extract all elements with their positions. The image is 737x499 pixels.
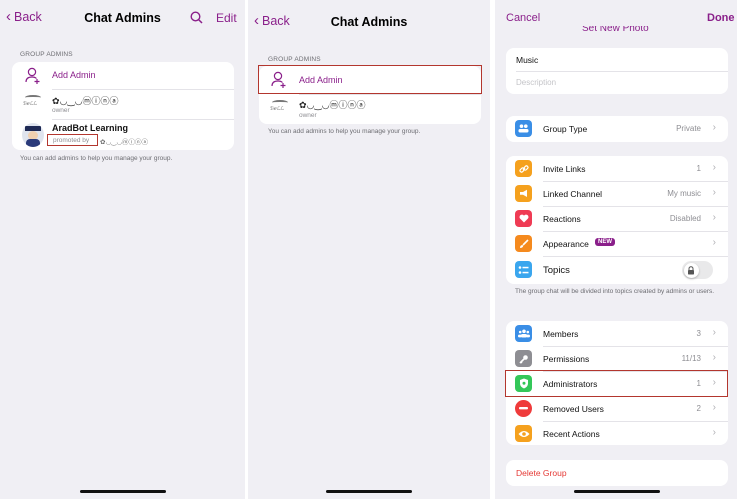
reactions-row[interactable]: Reactions Disabled ›: [506, 206, 728, 231]
nav-bar: ‹ Back Chat Admins Edit: [0, 0, 245, 36]
appearance-row[interactable]: Appearance NEW ›: [506, 231, 728, 256]
members-value: 3: [696, 329, 701, 338]
permissions-row[interactable]: Permissions 11/13 ›: [506, 346, 728, 371]
name-card: Music Description: [506, 48, 728, 94]
home-indicator: [326, 490, 412, 493]
page-title: Chat Admins: [330, 15, 408, 29]
members-row[interactable]: Members 3 ›: [506, 321, 728, 346]
eye-icon: [515, 425, 532, 442]
topics-toggle[interactable]: [682, 261, 713, 279]
done-button[interactable]: Done: [707, 12, 735, 24]
link-icon: [515, 160, 532, 177]
removed-users-value: 2: [696, 404, 701, 413]
reactions-value: Disabled: [669, 214, 701, 223]
admin-row-bot[interactable]: AradBot Learning promoted by ✿◡‿◡ⓜⓘⓝⓐ: [12, 120, 234, 150]
section-label: GROUP ADMINS: [268, 56, 321, 63]
admin-row-owner[interactable]: ℬℯℒℒ ✿◡‿◡ⓜⓘⓝⓐ owner: [259, 95, 481, 124]
new-badge: NEW: [595, 238, 615, 246]
chevron-right-icon: ›: [712, 427, 716, 438]
linked-channel-value: My music: [667, 189, 701, 198]
highlight-box: [505, 370, 728, 397]
home-indicator: [80, 490, 166, 493]
topics-row: Topics: [506, 256, 728, 284]
promoter-name: ✿◡‿◡ⓜⓘⓝⓐ: [100, 138, 149, 146]
admin-row-owner[interactable]: ℬℯℒℒ ✿◡‿◡ⓜⓘⓝⓐ owner: [12, 90, 234, 119]
topics-label: Topics: [543, 265, 570, 276]
chevron-right-icon: ›: [712, 402, 716, 413]
screenshot-collage: ‹ Back Chat Admins Edit GROUP ADMINS Add…: [0, 0, 737, 499]
lock-icon: [688, 265, 694, 274]
appearance-label: Appearance: [543, 239, 589, 249]
footnote: You can add admins to help you manage yo…: [268, 128, 421, 135]
section-label: GROUP ADMINS: [20, 51, 73, 58]
add-user-icon: [25, 67, 40, 84]
add-admin-row[interactable]: Add Admin: [12, 62, 234, 89]
group-type-label: Group Type: [543, 124, 588, 134]
group-type-card: Group Type Private ›: [506, 116, 728, 142]
footnote: You can add admins to help you manage yo…: [20, 155, 173, 162]
group-type-row[interactable]: Group Type Private ›: [506, 116, 728, 142]
linked-channel-label: Linked Channel: [543, 189, 603, 199]
topics-icon: [515, 261, 532, 278]
admin-name: ✿◡‿◡ⓜⓘⓝⓐ: [52, 97, 119, 107]
invite-links-label: Invite Links: [543, 164, 586, 174]
chevron-right-icon: ›: [712, 212, 716, 223]
permissions-value: 11/13: [681, 354, 701, 363]
delete-group-button[interactable]: Delete Group: [516, 468, 567, 478]
invite-links-row[interactable]: Invite Links 1 ›: [506, 156, 728, 181]
admin-role: owner: [299, 112, 317, 119]
settings-card-a: Invite Links 1 › Linked Channel My music…: [506, 156, 728, 284]
reactions-label: Reactions: [543, 214, 581, 224]
highlight-box: [47, 134, 98, 146]
divider: [516, 71, 728, 72]
chevron-right-icon: ›: [712, 327, 716, 338]
linked-channel-row[interactable]: Linked Channel My music ›: [506, 181, 728, 206]
nav-bar: ‹ Back Chat Admins: [248, 0, 490, 36]
avatar: ℬℯℒℒ: [23, 95, 43, 111]
cancel-button[interactable]: Cancel: [506, 12, 540, 24]
recent-actions-label: Recent Actions: [543, 429, 600, 439]
admins-card: Add Admin ℬℯℒℒ ✿◡‿◡ⓜⓘⓝⓐ owner AradBot Le…: [12, 62, 234, 150]
members-label: Members: [543, 329, 579, 339]
topics-note: The group chat will be divided into topi…: [515, 288, 715, 295]
avatar: ℬℯℒℒ: [270, 100, 290, 116]
group-type-icon: [515, 120, 532, 137]
brush-icon: [515, 235, 532, 252]
chevron-right-icon: ›: [712, 122, 716, 133]
page-title: Chat Admins: [84, 11, 161, 25]
highlight-box: [258, 65, 482, 94]
bot-avatar: [22, 123, 44, 147]
megaphone-icon: [515, 185, 532, 202]
chevron-right-icon: ›: [712, 187, 716, 198]
invite-links-value: 1: [696, 164, 701, 173]
panel-edit-group: Cancel Done Set New Photo Music Descript…: [495, 0, 737, 499]
edit-button[interactable]: Edit: [216, 11, 237, 25]
heart-icon: [515, 210, 532, 227]
removed-users-label: Removed Users: [543, 404, 604, 414]
key-icon: [515, 350, 532, 367]
panel-chat-admins-single: ‹ Back Chat Admins GROUP ADMINS Add Admi…: [248, 0, 490, 499]
removed-users-row[interactable]: Removed Users 2 ›: [506, 396, 728, 421]
members-icon: [515, 325, 532, 342]
recent-actions-row[interactable]: Recent Actions ›: [506, 421, 728, 445]
delete-card: Delete Group: [506, 460, 728, 486]
bot-name: AradBot Learning: [52, 123, 129, 133]
group-type-value: Private: [676, 124, 701, 133]
permissions-label: Permissions: [543, 354, 590, 364]
set-photo-button[interactable]: Set New Photo: [582, 26, 649, 36]
panel-chat-admins-full: ‹ Back Chat Admins Edit GROUP ADMINS Add…: [0, 0, 245, 499]
description-field[interactable]: Description: [516, 78, 556, 87]
chevron-right-icon: ›: [712, 162, 716, 173]
chevron-right-icon: ›: [712, 237, 716, 248]
group-name-field[interactable]: Music: [516, 55, 538, 65]
home-indicator: [574, 490, 660, 493]
search-icon[interactable]: [190, 11, 203, 24]
chevron-right-icon: ›: [712, 352, 716, 363]
admin-name: ✿◡‿◡ⓜⓘⓝⓐ: [299, 101, 366, 111]
admin-role: owner: [52, 107, 70, 114]
minus-icon: [515, 400, 532, 417]
add-admin-label: Add Admin: [52, 70, 96, 80]
